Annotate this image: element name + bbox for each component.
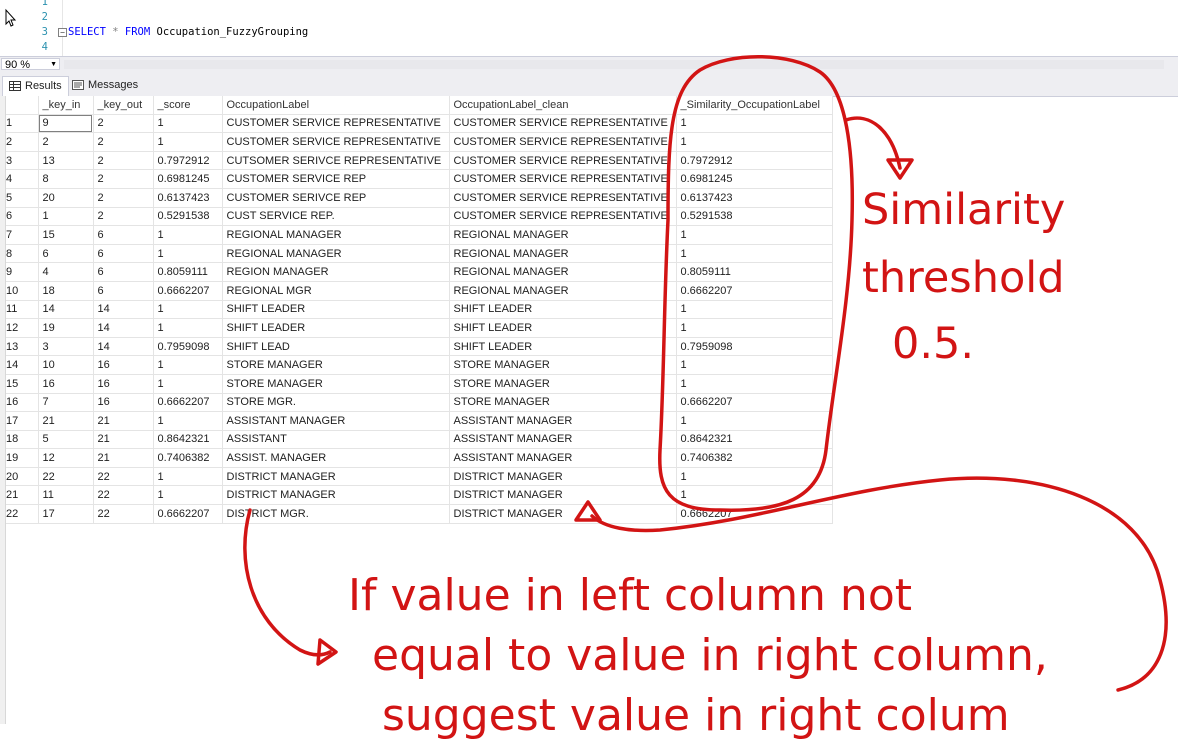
annotation-threshold-value: 0.5. [892,319,975,369]
annotation-threshold-line1: Similarity [862,185,1066,235]
arrowhead-icon [574,500,602,522]
annotation-note-line2: equal to value in right column, [372,630,1048,681]
arrow-to-left-column [243,508,332,657]
annotation-note-line3: suggest value in right colum [382,690,1010,741]
annotation-note-line1: If value in left column not [348,570,912,621]
highlight-outline [658,55,855,512]
annotation-threshold-line2: threshold [862,253,1065,303]
